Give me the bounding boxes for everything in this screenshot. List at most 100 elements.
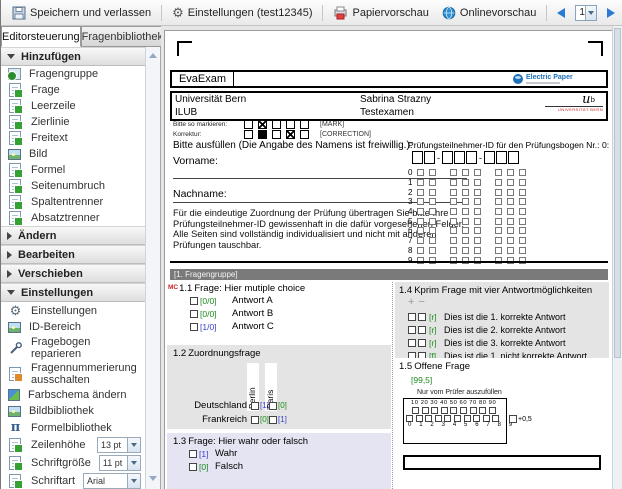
sidebar-item[interactable]: Frage (1, 82, 145, 98)
id-checkbox[interactable] (417, 227, 424, 234)
font-size-select[interactable]: 11 pt (99, 455, 141, 471)
section-header-hinzufuegen[interactable]: Hinzufügen (1, 47, 145, 66)
id-checkbox[interactable] (429, 179, 436, 186)
kprim-true-checkbox[interactable] (408, 313, 416, 321)
font-family-select[interactable]: Arial (83, 473, 141, 489)
id-checkbox[interactable] (519, 179, 526, 186)
id-checkbox[interactable] (495, 179, 502, 186)
id-checkbox[interactable] (474, 169, 481, 176)
page-select-arrow[interactable] (585, 6, 596, 20)
page-number-select[interactable]: 1 (575, 5, 597, 21)
id-checkbox[interactable] (429, 189, 436, 196)
grader-checkbox[interactable] (473, 415, 480, 422)
sidebar-scrollbar[interactable] (145, 47, 160, 489)
sidebar-item[interactable]: Leerzeile (1, 98, 145, 114)
id-checkbox[interactable] (519, 198, 526, 205)
scroll-down-icon[interactable] (149, 476, 157, 481)
sidebar-item[interactable]: Fragennummerierung ausschalten (1, 361, 145, 387)
grader-checkbox[interactable] (431, 407, 438, 414)
id-checkbox[interactable] (495, 237, 502, 244)
id-checkbox[interactable] (474, 208, 481, 215)
id-checkbox[interactable] (450, 237, 457, 244)
sidebar-item[interactable]: ⚙ Einstellungen (1, 302, 145, 319)
matching-checkbox[interactable] (269, 402, 277, 410)
grader-checkbox[interactable] (479, 407, 486, 414)
id-entry-box[interactable] (466, 151, 477, 164)
grader-checkbox[interactable] (435, 415, 442, 422)
id-checkbox[interactable] (429, 208, 436, 215)
grader-checkbox[interactable] (492, 415, 499, 422)
id-checkbox[interactable] (519, 218, 526, 225)
id-checkbox[interactable] (519, 208, 526, 215)
tab-fragenbibliothek[interactable]: Fragenbibliothek (81, 26, 164, 47)
answer-checkbox[interactable] (190, 297, 198, 305)
online-preview-button[interactable]: Onlinevorschau (439, 4, 539, 22)
paper-preview-button[interactable]: Papiervorschau (330, 4, 431, 22)
grader-checkbox[interactable] (489, 407, 496, 414)
tab-editorsteuerung[interactable]: Editorsteuerung (1, 26, 81, 47)
preview-scrollbar-thumb[interactable] (614, 28, 621, 358)
remove-answer-icon[interactable]: − (418, 296, 428, 308)
id-checkbox[interactable] (474, 227, 481, 234)
id-checkbox[interactable] (417, 179, 424, 186)
id-checkbox[interactable] (507, 189, 514, 196)
id-checkbox[interactable] (474, 179, 481, 186)
grader-checkbox[interactable] (460, 407, 467, 414)
id-checkbox[interactable] (495, 198, 502, 205)
id-entry-box[interactable] (442, 151, 453, 164)
section-header-aendern[interactable]: Ändern (1, 226, 145, 245)
id-checkbox[interactable] (462, 218, 469, 225)
scroll-up-icon[interactable] (149, 53, 157, 58)
id-checkbox[interactable] (474, 189, 481, 196)
sidebar-item[interactable]: Absatztrenner (1, 210, 145, 226)
id-checkbox[interactable] (429, 198, 436, 205)
grader-checkbox[interactable] (422, 407, 429, 414)
grader-checkbox[interactable] (441, 407, 448, 414)
id-checkbox[interactable] (450, 247, 457, 254)
id-checkbox[interactable] (417, 247, 424, 254)
id-checkbox[interactable] (474, 237, 481, 244)
dropdown-arrow-icon[interactable] (127, 456, 140, 470)
open-answer-box[interactable] (403, 455, 601, 470)
sidebar-item[interactable]: ID-Bereich (1, 319, 145, 335)
grader-checkbox[interactable] (454, 415, 461, 422)
id-checkbox[interactable] (417, 208, 424, 215)
id-entry-box[interactable] (424, 151, 435, 164)
section-header-bearbeiten[interactable]: Bearbeiten (1, 245, 145, 264)
id-checkbox[interactable] (507, 227, 514, 234)
sidebar-item[interactable]: Freitext (1, 130, 145, 146)
id-checkbox[interactable] (450, 189, 457, 196)
grader-checkbox[interactable] (444, 415, 451, 422)
previous-page-button[interactable] (554, 6, 568, 20)
id-entry-box[interactable] (484, 151, 495, 164)
id-checkbox[interactable] (450, 208, 457, 215)
grader-checkbox[interactable] (464, 415, 471, 422)
id-entry-box[interactable] (454, 151, 465, 164)
id-checkbox[interactable] (450, 179, 457, 186)
id-checkbox[interactable] (417, 237, 424, 244)
id-checkbox[interactable] (429, 227, 436, 234)
id-checkbox[interactable] (450, 198, 457, 205)
id-checkbox[interactable] (462, 169, 469, 176)
kprim-false-checkbox[interactable] (418, 339, 426, 347)
answer-checkbox[interactable] (189, 463, 197, 471)
sidebar-item[interactable]: Seitenumbruch (1, 178, 145, 194)
id-checkbox[interactable] (417, 169, 424, 176)
id-checkbox[interactable] (507, 237, 514, 244)
id-checkbox[interactable] (495, 189, 502, 196)
id-checkbox[interactable] (462, 189, 469, 196)
kprim-false-checkbox[interactable] (418, 326, 426, 334)
section-header-einstellungen[interactable]: Einstellungen (1, 283, 145, 302)
answer-checkbox[interactable] (190, 310, 198, 318)
id-checkbox[interactable] (417, 218, 424, 225)
id-checkbox[interactable] (495, 227, 502, 234)
grader-checkbox[interactable] (425, 415, 432, 422)
id-checkbox[interactable] (507, 169, 514, 176)
id-checkbox[interactable] (462, 179, 469, 186)
id-checkbox[interactable] (519, 189, 526, 196)
id-checkbox[interactable] (507, 218, 514, 225)
id-checkbox[interactable] (462, 208, 469, 215)
id-checkbox[interactable] (462, 227, 469, 234)
id-checkbox[interactable] (507, 179, 514, 186)
sidebar-item[interactable]: Zierlinie (1, 114, 145, 130)
